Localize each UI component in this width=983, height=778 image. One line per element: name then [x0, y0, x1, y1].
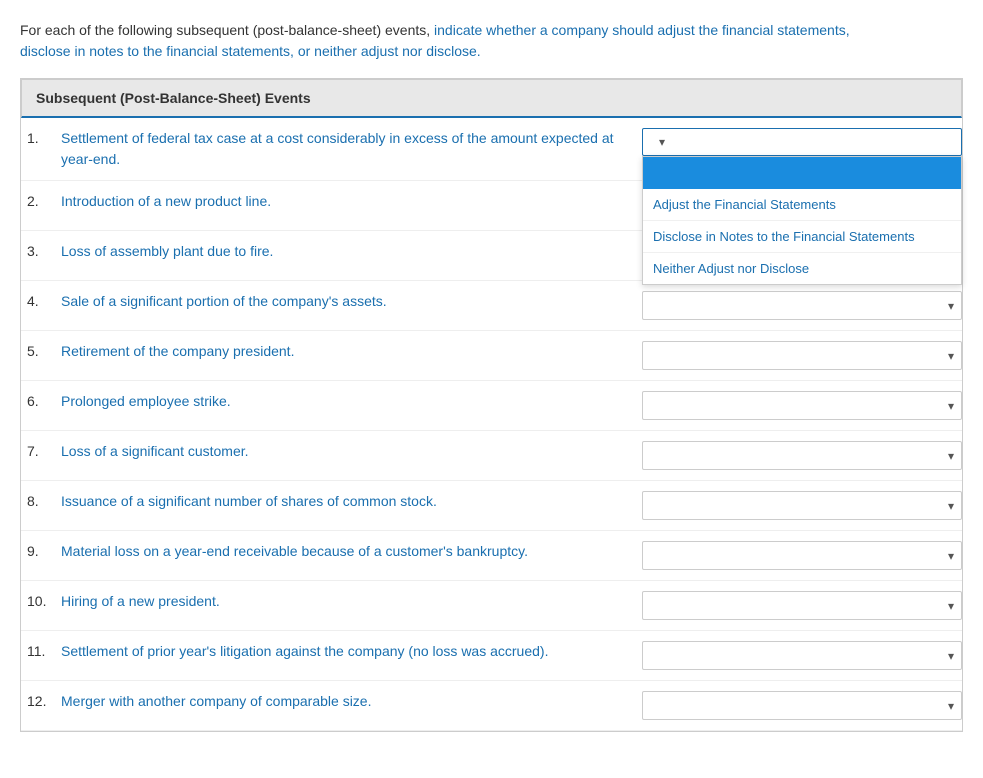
row-select-container: Adjust the Financial StatementsDisclose … [642, 691, 962, 720]
row-event-text: Sale of a significant portion of the com… [61, 291, 642, 312]
row-number: 6. [21, 391, 61, 409]
row-select-container: Adjust the Financial StatementsDisclose … [642, 641, 962, 670]
row-select[interactable]: Adjust the Financial StatementsDisclose … [642, 341, 962, 370]
row-number: 12. [21, 691, 61, 709]
row-number: 11. [21, 641, 61, 659]
select-wrapper: Adjust the Financial StatementsDisclose … [642, 341, 962, 370]
row-select-container: Adjust the Financial StatementsDisclose … [642, 291, 962, 320]
row-number: 7. [21, 441, 61, 459]
table-row: 11.Settlement of prior year's litigation… [21, 631, 962, 681]
row-event-text: Loss of a significant customer. [61, 441, 642, 462]
table-row: 9.Material loss on a year-end receivable… [21, 531, 962, 581]
table-row: 10.Hiring of a new president.Adjust the … [21, 581, 962, 631]
row-number: 9. [21, 541, 61, 559]
row-number: 10. [21, 591, 61, 609]
row-select[interactable]: Adjust the Financial StatementsDisclose … [642, 641, 962, 670]
select-wrapper: Adjust the Financial StatementsDisclose … [642, 541, 962, 570]
row-event-text: Settlement of federal tax case at a cost… [61, 128, 642, 170]
row-select[interactable]: Adjust the Financial StatementsDisclose … [642, 291, 962, 320]
row-select-container: Adjust the Financial StatementsDisclose … [642, 441, 962, 470]
select-wrapper: Adjust the Financial StatementsDisclose … [642, 591, 962, 620]
row-number: 8. [21, 491, 61, 509]
row-event-text: Loss of assembly plant due to fire. [61, 241, 642, 262]
table-row: 5.Retirement of the company president.Ad… [21, 331, 962, 381]
intro-text: For each of the following subsequent (po… [20, 20, 963, 62]
row-select-container: Adjust the Financial StatementsDisclose … [642, 541, 962, 570]
dropdown-open-container: Adjust the Financial StatementsDisclose … [642, 128, 962, 156]
row-select[interactable]: Adjust the Financial StatementsDisclose … [642, 491, 962, 520]
dropdown-item[interactable]: Adjust the Financial Statements [643, 189, 961, 221]
row-event-text: Retirement of the company president. [61, 341, 642, 362]
select-wrapper: Adjust the Financial StatementsDisclose … [642, 641, 962, 670]
dropdown-item[interactable]: Disclose in Notes to the Financial State… [643, 221, 961, 253]
row-event-text: Issuance of a significant number of shar… [61, 491, 642, 512]
row-select-container: Adjust the Financial StatementsDisclose … [642, 391, 962, 420]
row-select[interactable]: Adjust the Financial StatementsDisclose … [642, 391, 962, 420]
select-wrapper: Adjust the Financial StatementsDisclose … [642, 391, 962, 420]
table-row: 4.Sale of a significant portion of the c… [21, 281, 962, 331]
dropdown-item-highlight[interactable] [643, 157, 961, 189]
row-event-text: Hiring of a new president. [61, 591, 642, 612]
row-number: 1. [21, 128, 61, 146]
row-event-text: Merger with another company of comparabl… [61, 691, 642, 712]
table-row: 1.Settlement of federal tax case at a co… [21, 118, 962, 181]
dropdown-menu: Adjust the Financial StatementsDisclose … [642, 156, 962, 285]
row-select-container: Adjust the Financial StatementsDisclose … [642, 128, 962, 156]
row-select-container: Adjust the Financial StatementsDisclose … [642, 591, 962, 620]
table-row: 8.Issuance of a significant number of sh… [21, 481, 962, 531]
row-event-text: Prolonged employee strike. [61, 391, 642, 412]
select-wrapper: Adjust the Financial StatementsDisclose … [642, 441, 962, 470]
dropdown-item[interactable]: Neither Adjust nor Disclose [643, 253, 961, 284]
table-row: 7.Loss of a significant customer.Adjust … [21, 431, 962, 481]
dropdown-trigger[interactable] [642, 128, 962, 156]
select-wrapper: Adjust the Financial StatementsDisclose … [642, 291, 962, 320]
row-select[interactable]: Adjust the Financial StatementsDisclose … [642, 691, 962, 720]
row-number: 5. [21, 341, 61, 359]
table-row: 6.Prolonged employee strike.Adjust the F… [21, 381, 962, 431]
row-event-text: Settlement of prior year's litigation ag… [61, 641, 642, 662]
row-number: 4. [21, 291, 61, 309]
table-row: 12.Merger with another company of compar… [21, 681, 962, 731]
select-wrapper: Adjust the Financial StatementsDisclose … [642, 491, 962, 520]
row-select-container: Adjust the Financial StatementsDisclose … [642, 341, 962, 370]
row-event-text: Introduction of a new product line. [61, 191, 642, 212]
row-event-text: Material loss on a year-end receivable b… [61, 541, 642, 562]
row-select[interactable]: Adjust the Financial StatementsDisclose … [642, 541, 962, 570]
table-header: Subsequent (Post-Balance-Sheet) Events [21, 79, 962, 118]
row-select[interactable]: Adjust the Financial StatementsDisclose … [642, 591, 962, 620]
row-select[interactable]: Adjust the Financial StatementsDisclose … [642, 441, 962, 470]
row-select-container: Adjust the Financial StatementsDisclose … [642, 491, 962, 520]
row-number: 2. [21, 191, 61, 209]
row-number: 3. [21, 241, 61, 259]
select-wrapper: Adjust the Financial StatementsDisclose … [642, 691, 962, 720]
